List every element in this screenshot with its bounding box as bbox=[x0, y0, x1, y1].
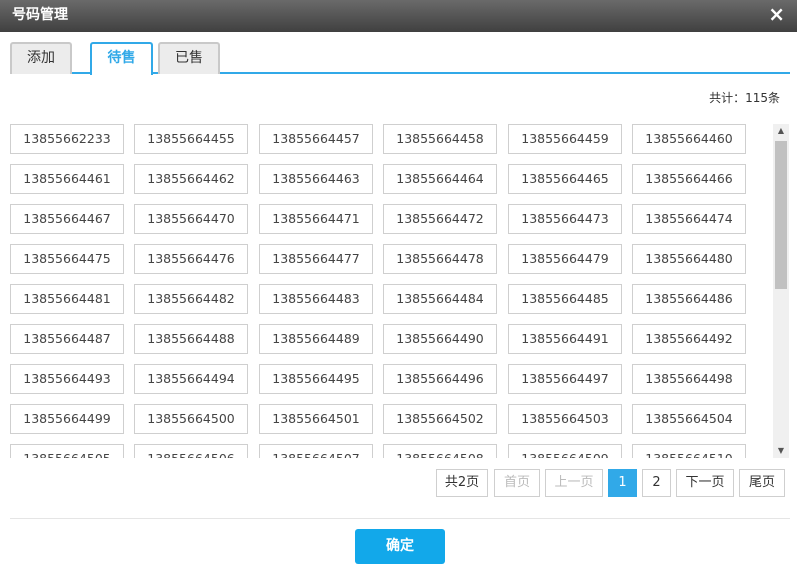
number-cell[interactable]: 13855664466 bbox=[632, 164, 746, 194]
number-cell[interactable]: 13855664481 bbox=[10, 284, 124, 314]
number-cell[interactable]: 13855664477 bbox=[259, 244, 373, 274]
number-cell[interactable]: 13855664463 bbox=[259, 164, 373, 194]
confirm-button[interactable]: 确定 bbox=[355, 529, 445, 564]
number-cell[interactable]: 13855664472 bbox=[383, 204, 497, 234]
number-cell[interactable]: 13855664459 bbox=[508, 124, 622, 154]
number-cell[interactable]: 13855664457 bbox=[259, 124, 373, 154]
number-cell[interactable]: 13855664491 bbox=[508, 324, 622, 354]
page-total: 共2页 bbox=[436, 469, 488, 497]
page-next-button[interactable]: 下一页 bbox=[676, 469, 734, 497]
scroll-up-icon[interactable]: ▲ bbox=[773, 124, 789, 138]
number-cell[interactable]: 13855664479 bbox=[508, 244, 622, 274]
dialog-title: 号码管理 bbox=[12, 7, 68, 23]
number-cell[interactable]: 13855664478 bbox=[383, 244, 497, 274]
number-cell[interactable]: 13855664471 bbox=[259, 204, 373, 234]
number-cell[interactable]: 13855664502 bbox=[383, 404, 497, 434]
page-first-button[interactable]: 首页 bbox=[494, 469, 540, 497]
number-cell[interactable]: 13855664499 bbox=[10, 404, 124, 434]
number-cell[interactable]: 13855664482 bbox=[134, 284, 248, 314]
tab-add[interactable]: 添加 bbox=[10, 42, 72, 74]
scroll-down-icon[interactable]: ▼ bbox=[773, 444, 789, 458]
number-cell[interactable]: 13855664508 bbox=[383, 444, 497, 458]
number-grid: 13855662233 13855664455 13855664457 1385566… bbox=[10, 124, 762, 458]
number-cell[interactable]: 13855664455 bbox=[134, 124, 248, 154]
number-cell[interactable]: 13855664467 bbox=[10, 204, 124, 234]
number-cell[interactable]: 13855664503 bbox=[508, 404, 622, 434]
number-cell[interactable]: 13855664489 bbox=[259, 324, 373, 354]
close-icon[interactable]: × bbox=[768, 0, 785, 28]
number-cell[interactable]: 13855664492 bbox=[632, 324, 746, 354]
number-cell[interactable]: 13855664474 bbox=[632, 204, 746, 234]
page-1-button[interactable]: 1 bbox=[608, 469, 637, 497]
tab-bar: 添加 待售 已售 bbox=[10, 42, 790, 75]
page-prev-button[interactable]: 上一页 bbox=[545, 469, 603, 497]
number-cell[interactable]: 13855664465 bbox=[508, 164, 622, 194]
number-cell[interactable]: 13855664480 bbox=[632, 244, 746, 274]
total-count: 共计：115条 bbox=[709, 91, 780, 105]
number-cell[interactable]: 13855664485 bbox=[508, 284, 622, 314]
number-cell[interactable]: 13855664494 bbox=[134, 364, 248, 394]
tab-for-sale[interactable]: 待售 bbox=[90, 42, 153, 75]
number-cell[interactable]: 13855662233 bbox=[10, 124, 124, 154]
number-cell[interactable]: 13855664495 bbox=[259, 364, 373, 394]
dialog-titlebar: 号码管理 × bbox=[0, 0, 797, 32]
divider bbox=[10, 518, 790, 519]
number-cell[interactable]: 13855664493 bbox=[10, 364, 124, 394]
number-cell[interactable]: 13855664505 bbox=[10, 444, 124, 458]
number-cell[interactable]: 13855664464 bbox=[383, 164, 497, 194]
number-cell[interactable]: 13855664506 bbox=[134, 444, 248, 458]
number-cell[interactable]: 13855664510 bbox=[632, 444, 746, 458]
number-cell[interactable]: 13855664504 bbox=[632, 404, 746, 434]
number-cell[interactable]: 13855664487 bbox=[10, 324, 124, 354]
number-cell[interactable]: 13855664488 bbox=[134, 324, 248, 354]
number-cell[interactable]: 13855664476 bbox=[134, 244, 248, 274]
number-cell[interactable]: 13855664470 bbox=[134, 204, 248, 234]
page-last-button[interactable]: 尾页 bbox=[739, 469, 785, 497]
number-cell[interactable]: 13855664458 bbox=[383, 124, 497, 154]
page-2-button[interactable]: 2 bbox=[642, 469, 671, 497]
number-cell[interactable]: 13855664483 bbox=[259, 284, 373, 314]
number-cell[interactable]: 13855664486 bbox=[632, 284, 746, 314]
number-cell[interactable]: 13855664484 bbox=[383, 284, 497, 314]
scrollbar[interactable]: ▲ ▼ bbox=[773, 124, 789, 458]
number-cell[interactable]: 13855664496 bbox=[383, 364, 497, 394]
number-cell[interactable]: 13855664490 bbox=[383, 324, 497, 354]
number-cell[interactable]: 13855664460 bbox=[632, 124, 746, 154]
tab-sold[interactable]: 已售 bbox=[158, 42, 220, 74]
number-cell[interactable]: 13855664509 bbox=[508, 444, 622, 458]
number-cell[interactable]: 13855664501 bbox=[259, 404, 373, 434]
scroll-thumb[interactable] bbox=[775, 141, 787, 289]
number-cell[interactable]: 13855664498 bbox=[632, 364, 746, 394]
number-cell[interactable]: 13855664507 bbox=[259, 444, 373, 458]
number-cell[interactable]: 13855664497 bbox=[508, 364, 622, 394]
number-cell[interactable]: 13855664461 bbox=[10, 164, 124, 194]
number-cell[interactable]: 13855664475 bbox=[10, 244, 124, 274]
number-cell[interactable]: 13855664500 bbox=[134, 404, 248, 434]
number-cell[interactable]: 13855664462 bbox=[134, 164, 248, 194]
number-cell[interactable]: 13855664473 bbox=[508, 204, 622, 234]
